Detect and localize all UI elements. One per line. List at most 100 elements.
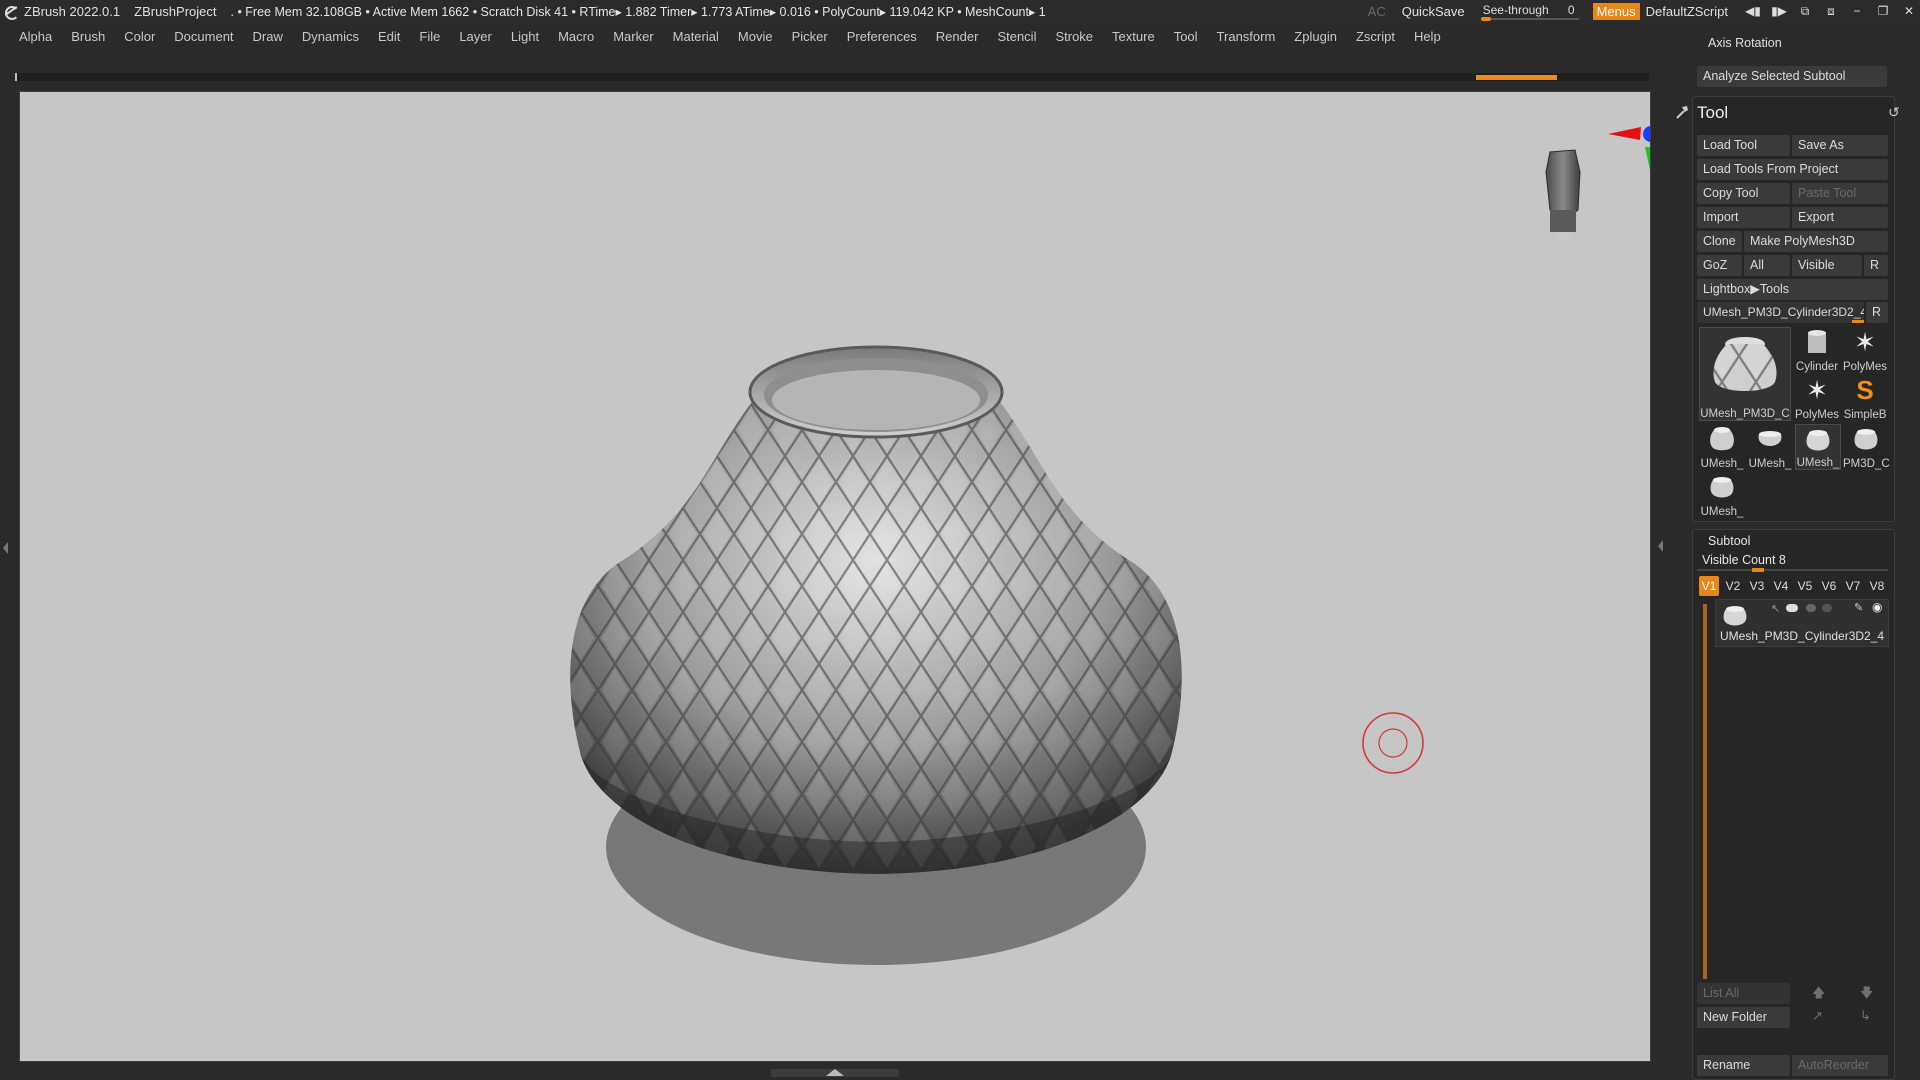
minimize-icon[interactable]: − [1846,2,1868,20]
menu-stencil[interactable]: Stencil [986,29,1044,44]
navigation-head-gizmo[interactable] [1545,149,1581,240]
current-tool-slider-knob[interactable] [1852,320,1864,323]
tool-thumb-umesh-3[interactable]: UMesh_ [1795,424,1841,470]
tab-v5[interactable]: V5 [1795,576,1815,596]
menu-texture[interactable]: Texture [1101,29,1163,44]
menu-document[interactable]: Document [163,29,241,44]
lightbox-tools-button[interactable]: Lightbox▶Tools [1697,279,1888,300]
menu-edit[interactable]: Edit [367,29,408,44]
subtool-title[interactable]: Subtool [1708,534,1750,548]
tab-v6[interactable]: V6 [1819,576,1839,596]
right-tray-toggle[interactable] [1656,480,1664,620]
folder-out-icon[interactable]: ↳ [1860,1008,1871,1024]
goz-r-button[interactable]: R [1864,255,1888,276]
close-icon[interactable]: ✕ [1898,2,1920,20]
document-canvas[interactable] [19,91,1651,1062]
clone-button[interactable]: Clone [1697,231,1742,252]
current-tool-slider[interactable]: UMesh_PM3D_Cylinder3D2_4 [1697,302,1864,323]
goz-button[interactable]: GoZ [1697,255,1742,276]
analyze-subtool-button[interactable]: Analyze Selected Subtool [1697,66,1887,87]
menu-help[interactable]: Help [1403,29,1449,44]
default-zscript-button[interactable]: DefaultZScript [1646,4,1728,19]
ui-layout-icon[interactable]: ⧉ [1794,2,1816,20]
reset-icon[interactable]: ↺ [1888,104,1900,121]
left-tray-toggle[interactable] [0,482,12,622]
export-button[interactable]: Export [1792,207,1888,228]
ui-layout2-icon[interactable]: ⧈ [1820,2,1842,20]
ac-indicator[interactable]: AC [1368,4,1386,19]
tab-v8[interactable]: V8 [1867,576,1887,596]
tool-thumb-cylinder[interactable]: Cylinder [1794,327,1840,373]
see-through-knob[interactable] [1480,17,1491,21]
menus-toggle-button[interactable]: Menus [1592,2,1640,20]
rename-button[interactable]: Rename [1697,1055,1790,1076]
menu-picker[interactable]: Picker [781,29,836,44]
goz-all-button[interactable]: All [1744,255,1790,276]
tool-thumb-pm3d[interactable]: PM3D_C [1843,424,1889,470]
list-all-button[interactable]: List All [1697,983,1790,1004]
load-tools-from-project-button[interactable]: Load Tools From Project [1697,159,1888,180]
menu-alpha[interactable]: Alpha [0,29,60,44]
new-folder-button[interactable]: New Folder [1697,1007,1790,1028]
make-polymesh3d-button[interactable]: Make PolyMesh3D [1744,231,1888,252]
menu-preferences[interactable]: Preferences [836,29,925,44]
axis-rotation-label[interactable]: Axis Rotation [1708,36,1782,50]
axis-gizmo[interactable] [1608,126,1651,184]
menu-material[interactable]: Material [662,29,727,44]
layout-left-icon[interactable]: ◀▮ [1742,2,1764,20]
layout-right-icon[interactable]: ▮▶ [1768,2,1790,20]
menu-transform[interactable]: Transform [1206,29,1284,44]
menu-marker[interactable]: Marker [602,29,661,44]
menu-render[interactable]: Render [925,29,987,44]
tool-thumb-polymesh2[interactable]: ✶ PolyMes [1794,375,1840,421]
move-up-icon[interactable]: 🡅 [1812,984,1825,1006]
tool-thumb-main[interactable]: UMesh_PM3D_C [1699,327,1791,421]
tool-thumb-umesh-1[interactable]: UMesh_ [1699,424,1745,470]
visible-count-slider[interactable]: Visible Count 8 [1702,553,1786,567]
current-tool-r-button[interactable]: R [1866,302,1888,323]
menu-macro[interactable]: Macro [547,29,602,44]
paste-tool-button[interactable]: Paste Tool [1792,183,1888,204]
tab-v7[interactable]: V7 [1843,576,1863,596]
load-tool-button[interactable]: Load Tool [1697,135,1790,156]
subtool-toggle-icon[interactable] [1786,604,1798,612]
goz-visible-button[interactable]: Visible [1792,255,1862,276]
eye-visibility-icon[interactable]: ◉ [1872,600,1882,614]
menu-movie[interactable]: Movie [727,29,781,44]
menu-stroke[interactable]: Stroke [1044,29,1101,44]
menu-draw[interactable]: Draw [242,29,291,44]
tab-v3[interactable]: V3 [1747,576,1767,596]
tool-palette-title[interactable]: Tool [1697,103,1728,123]
subtool-material-icon[interactable] [1822,604,1832,612]
tab-v2[interactable]: V2 [1723,576,1743,596]
brush-pen-icon[interactable]: ✎ [1854,601,1863,614]
menu-file[interactable]: File [408,29,448,44]
vase-mesh[interactable] [570,345,1182,965]
menu-layer[interactable]: Layer [448,29,500,44]
visible-count-knob[interactable] [1752,568,1764,572]
subtool-list-item[interactable]: ↖ ✎ ◉ UMesh_PM3D_Cylinder3D2_4 [1715,599,1889,647]
restore-icon[interactable]: ❐ [1872,2,1894,20]
timeline-bar[interactable] [15,73,1649,81]
tool-thumb-polymesh1[interactable]: ✶ PolyMes [1842,327,1888,373]
subtool-arrow-icon[interactable]: ↖ [1771,602,1780,615]
subtool-polypaint-icon[interactable] [1806,604,1816,612]
tool-thumb-umesh-2[interactable]: UMesh_ [1747,424,1793,470]
menu-brush[interactable]: Brush [60,29,113,44]
folder-in-icon[interactable]: ↗ [1812,1008,1823,1024]
save-as-button[interactable]: Save As [1792,135,1888,156]
quicksave-button[interactable]: QuickSave [1402,4,1465,19]
menu-zscript[interactable]: Zscript [1345,29,1403,44]
menu-dynamics[interactable]: Dynamics [291,29,367,44]
tab-v4[interactable]: V4 [1771,576,1791,596]
timeline-marker[interactable] [1476,75,1557,80]
bottom-tray-handle[interactable] [771,1069,899,1077]
see-through-slider[interactable]: See-through 0 [1480,2,1579,21]
subtool-list-scrollbar[interactable] [1703,604,1707,979]
menu-tool[interactable]: Tool [1163,29,1206,44]
move-down-icon[interactable]: 🡇 [1860,984,1873,1006]
autoreorder-button[interactable]: AutoReorder [1792,1055,1888,1076]
menu-zplugin[interactable]: Zplugin [1283,29,1345,44]
menu-color[interactable]: Color [113,29,163,44]
import-button[interactable]: Import [1697,207,1790,228]
